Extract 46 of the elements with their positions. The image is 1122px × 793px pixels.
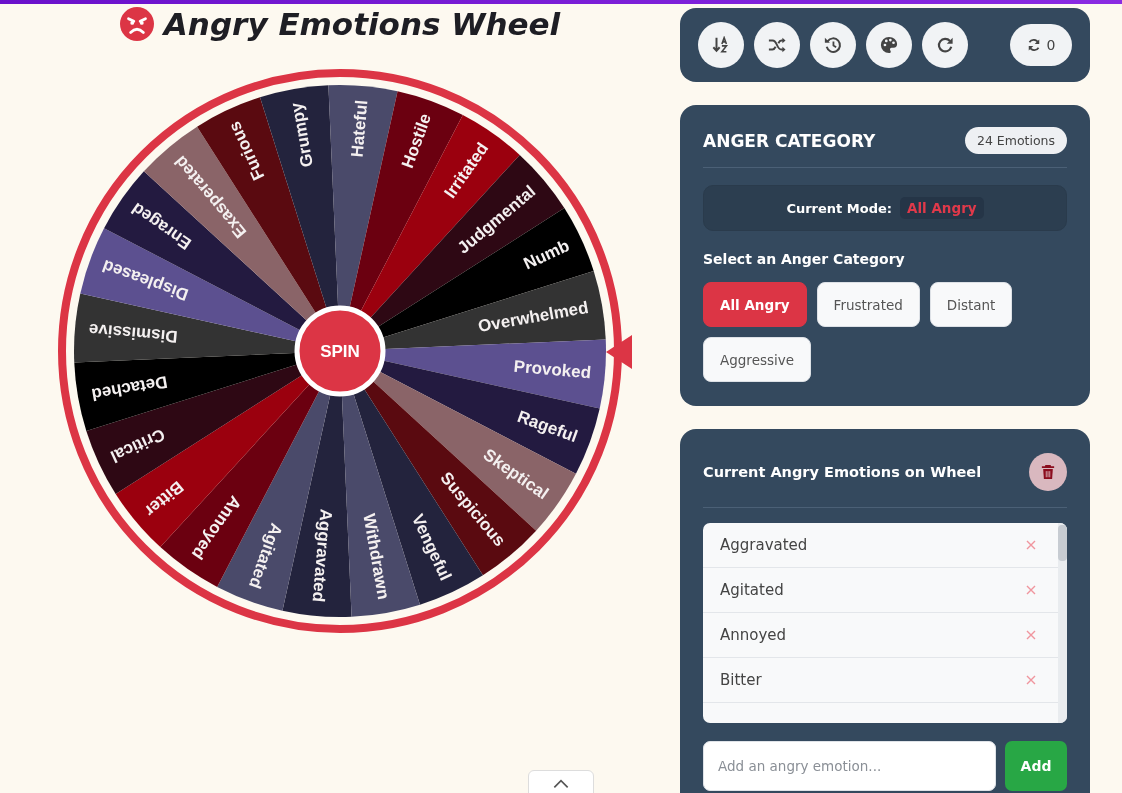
segment-label: Grumpy — [286, 101, 317, 169]
segment-label: Provoked — [513, 356, 592, 383]
close-icon — [1026, 540, 1036, 550]
close-icon — [1026, 585, 1036, 595]
category-button[interactable]: Frustrated — [816, 282, 920, 327]
category-button[interactable]: Aggressive — [703, 337, 812, 382]
palette-button[interactable] — [866, 22, 912, 68]
emotion-input[interactable]: Add an angry emotion... — [703, 741, 996, 791]
history-button[interactable] — [810, 22, 856, 68]
count-badge: 24 Emotions — [964, 127, 1067, 154]
sort-icon — [712, 36, 730, 54]
spin-button[interactable]: SPIN — [294, 305, 386, 397]
close-icon — [1026, 630, 1036, 640]
redo-icon — [936, 36, 954, 54]
emotion-name: Agitated — [720, 581, 784, 599]
panel-title: Current Angry Emotions on Wheel — [703, 464, 982, 480]
segment-label: Detached — [90, 372, 169, 405]
emotion-name: Annoyed — [720, 626, 787, 644]
spin-count-button[interactable]: 0 — [1010, 24, 1072, 66]
category-button[interactable]: All Angry — [703, 282, 807, 327]
category-prompt: Select an Anger Category — [703, 251, 906, 267]
sync-icon — [1026, 38, 1041, 52]
page-title: Angry Emotions Wheel — [163, 6, 561, 42]
sort-button[interactable] — [698, 22, 744, 68]
segment-label: Dismissive — [88, 319, 179, 347]
segment-label: Withdrawn — [359, 512, 394, 601]
clear-all-button[interactable] — [1029, 453, 1067, 491]
scrollbar[interactable] — [1058, 523, 1067, 723]
caret-up-icon — [552, 779, 570, 789]
angry-face-icon — [119, 7, 154, 41]
wheel-pointer — [606, 335, 632, 369]
shuffle-icon — [768, 36, 786, 54]
mode-value: All Angry — [900, 197, 984, 219]
segment-label: Aggravated — [308, 508, 336, 603]
emotion-name: Aggravated — [720, 536, 808, 554]
category-button[interactable]: Distant — [929, 282, 1013, 327]
close-icon — [1026, 675, 1036, 685]
palette-icon — [880, 36, 898, 54]
shuffle-button[interactable] — [754, 22, 800, 68]
trash-icon — [1041, 464, 1055, 480]
history-icon — [824, 36, 842, 54]
mode-label: Current Mode: — [786, 200, 892, 216]
panel-title: ANGER CATEGORY — [703, 130, 876, 151]
redo-button[interactable] — [922, 22, 968, 68]
emotion-name: Bitter — [720, 671, 762, 689]
segment-label: Hateful — [347, 99, 372, 159]
